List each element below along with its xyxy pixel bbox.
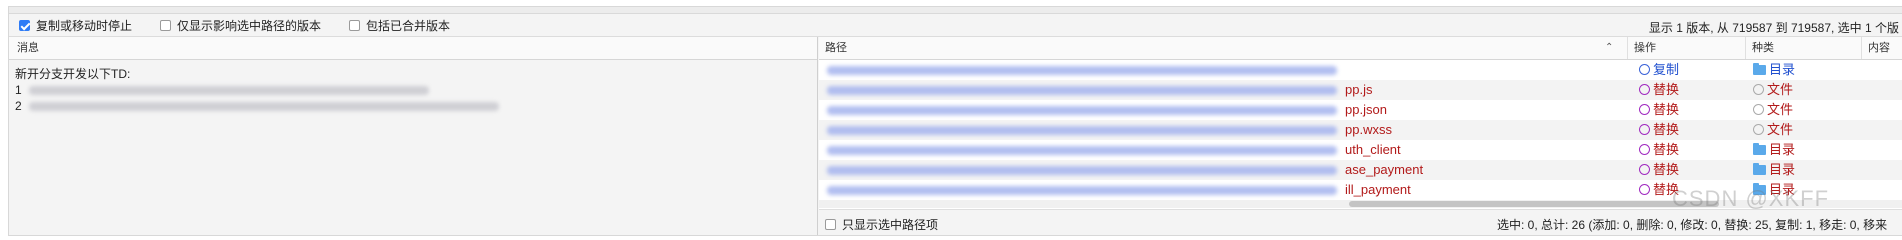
- message-header: 消息: [9, 37, 817, 60]
- row-action-label: 替换: [1653, 162, 1680, 177]
- row-kind: 文件: [1753, 100, 1793, 120]
- scrollbar-thumb[interactable]: [1349, 201, 1719, 207]
- message-item-2: 2: [15, 98, 811, 114]
- changed-paths-header: 路径 ⌃ 操作 种类 内容: [819, 37, 1902, 60]
- include-merged-checkbox[interactable]: 包括已合并版本: [349, 17, 450, 34]
- row-kind: 目录: [1753, 160, 1795, 180]
- row-kind-label: 目录: [1769, 142, 1796, 157]
- path-tail: pp.wxss: [1345, 122, 1392, 137]
- row-action: 替换: [1639, 160, 1679, 180]
- message-item-2-number: 2: [15, 99, 22, 113]
- column-header-content[interactable]: 内容: [1861, 37, 1902, 59]
- svn-log-window: 复制或移动时停止 仅显示影响选中路径的版本 包括已合并版本 显示 1 版本, 从…: [8, 6, 1902, 236]
- row-action: 替换: [1639, 100, 1679, 120]
- folder-icon: [1753, 143, 1766, 155]
- row-action-label: 替换: [1653, 122, 1680, 137]
- replace-icon: [1639, 124, 1650, 135]
- only-affect-selected-checkbox[interactable]: 仅显示影响选中路径的版本: [160, 17, 321, 34]
- path-tail: uth_client: [1345, 142, 1401, 157]
- paths-footer: 只显示选中路径项 选中: 0, 总计: 26 (添加: 0, 删除: 0, 修改…: [819, 209, 1902, 235]
- path-row[interactable]: pp.json 替换 文件: [819, 100, 1902, 120]
- row-action-label: 替换: [1653, 82, 1680, 97]
- redacted-message-text: [29, 86, 430, 96]
- folder-icon: [1753, 163, 1766, 175]
- replace-icon: [1639, 104, 1650, 115]
- row-action: 替换: [1639, 80, 1679, 100]
- revision-info-text: 显示 1 版本, 从 719587 到 719587, 选中 1 个版: [1648, 21, 1899, 35]
- row-action-label: 复制: [1653, 62, 1680, 77]
- folder-icon: [1753, 63, 1766, 75]
- path-row[interactable]: ase_payment 替换 目录: [819, 160, 1902, 180]
- row-kind-label: 目录: [1769, 62, 1796, 77]
- column-header-action[interactable]: 操作: [1627, 37, 1745, 59]
- row-action-label: 替换: [1653, 102, 1680, 117]
- row-kind-label: 目录: [1769, 162, 1796, 177]
- redacted-path: [827, 66, 1337, 75]
- redacted-path: [827, 186, 1337, 195]
- file-icon: [1753, 104, 1764, 115]
- message-pane[interactable]: 消息 新开分支开发以下TD: 1 2: [9, 37, 818, 235]
- column-header-kind[interactable]: 种类: [1745, 37, 1861, 59]
- include-merged-check[interactable]: [349, 19, 361, 31]
- message-line-1: 新开分支开发以下TD:: [15, 67, 131, 81]
- watermark: CSDN @XKFF: [1672, 186, 1830, 211]
- only-selected-paths-checkbox[interactable]: 只显示选中路径项: [825, 216, 938, 233]
- row-kind: 文件: [1753, 80, 1793, 100]
- row-kind-label: 文件: [1767, 82, 1794, 97]
- row-action-label: 替换: [1653, 142, 1680, 157]
- only-selected-paths-check[interactable]: [825, 219, 836, 230]
- redacted-message-text: [29, 102, 500, 112]
- row-kind: 目录: [1753, 60, 1795, 80]
- stop-on-copy-check[interactable]: [19, 19, 30, 31]
- column-header-path[interactable]: 路径: [819, 37, 1619, 59]
- row-kind-label: 文件: [1767, 102, 1794, 117]
- redacted-path: [827, 86, 1337, 95]
- path-row[interactable]: pp.wxss 替换 文件: [819, 120, 1902, 140]
- row-action: 替换: [1639, 140, 1679, 160]
- message-item-1-number: 1: [15, 83, 22, 97]
- row-kind-label: 文件: [1767, 122, 1794, 137]
- redacted-path: [827, 106, 1337, 115]
- stop-on-copy-checkbox[interactable]: 复制或移动时停止: [19, 17, 132, 34]
- row-action: 替换: [1639, 120, 1679, 140]
- replace-icon: [1639, 164, 1650, 175]
- stop-on-copy-label: 复制或移动时停止: [36, 18, 133, 33]
- redacted-path: [827, 146, 1337, 155]
- sort-ascending-icon[interactable]: ⌃: [1605, 37, 1613, 59]
- message-item-1: 1: [15, 82, 811, 98]
- only-affect-selected-label: 仅显示影响选中路径的版本: [177, 18, 322, 33]
- path-row[interactable]: 复制 目录: [819, 60, 1902, 80]
- path-tail: ill_payment: [1345, 182, 1411, 197]
- path-tail: pp.js: [1345, 82, 1373, 97]
- window-top-strip: [9, 7, 1902, 14]
- path-tail: ase_payment: [1345, 162, 1424, 177]
- redacted-path: [827, 166, 1337, 175]
- row-kind: 文件: [1753, 120, 1793, 140]
- row-kind: 目录: [1753, 140, 1795, 160]
- replace-icon: [1639, 84, 1650, 95]
- log-options-toolbar: 复制或移动时停止 仅显示影响选中路径的版本 包括已合并版本: [9, 14, 1902, 37]
- replace-icon: [1639, 144, 1650, 155]
- path-row[interactable]: uth_client 替换 目录: [819, 140, 1902, 160]
- paths-stats-text: 选中: 0, 总计: 26 (添加: 0, 删除: 0, 修改: 0, 替换: …: [1497, 218, 1888, 232]
- include-merged-label: 包括已合并版本: [366, 18, 451, 33]
- copy-icon: [1639, 64, 1650, 75]
- file-icon: [1753, 124, 1764, 135]
- path-tail: pp.json: [1345, 102, 1387, 117]
- redacted-path: [827, 126, 1337, 135]
- path-row[interactable]: pp.js 替换 文件: [819, 80, 1902, 100]
- only-affect-selected-check[interactable]: [160, 19, 172, 31]
- only-selected-paths-label: 只显示选中路径项: [842, 218, 939, 232]
- changed-paths-list: 复制 目录 pp.js 替换 文件 pp.json 替换 文件 pp.wxss …: [819, 60, 1902, 200]
- file-icon: [1753, 84, 1764, 95]
- message-body[interactable]: 新开分支开发以下TD: 1 2: [9, 60, 817, 120]
- row-action: 复制: [1639, 60, 1679, 80]
- replace-icon: [1639, 184, 1650, 195]
